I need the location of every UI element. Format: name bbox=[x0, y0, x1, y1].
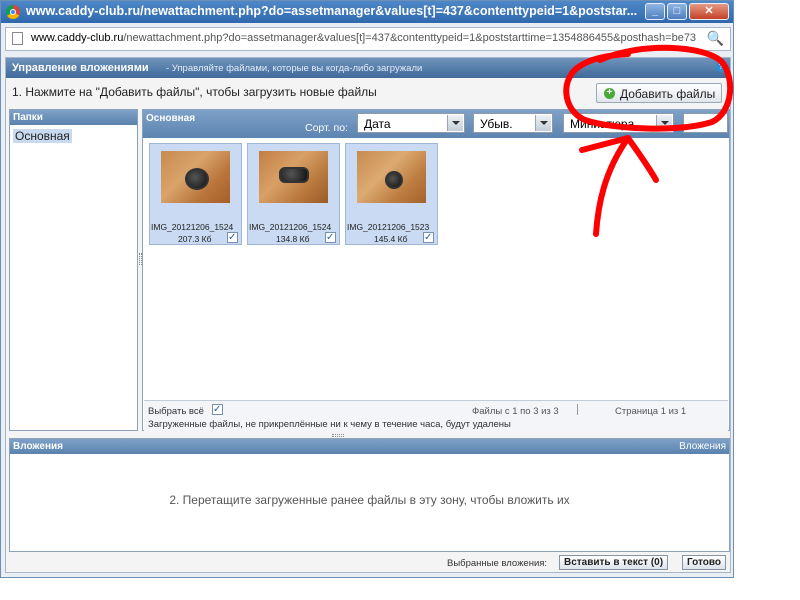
sort-label: Сорт. по: bbox=[305, 122, 348, 134]
manager-title: Управление вложениями bbox=[12, 62, 149, 74]
file-name: IMG_20121206_1524 bbox=[151, 222, 234, 232]
drop-zone-hint: 2. Перетащите загруженные ранее файлы в … bbox=[169, 493, 570, 507]
attachments-header-right: Вложения bbox=[679, 441, 726, 452]
files-footer: Выбрать всё ✓ Файлы с 1 по 3 из 3 Страни… bbox=[144, 400, 728, 431]
manager-subtitle: - Управляйте файлами, которые вы когда-л… bbox=[166, 63, 423, 74]
photo-thumbnail bbox=[357, 151, 426, 203]
file-name: IMG_20121206_1524 bbox=[249, 222, 332, 232]
url-text[interactable]: www.caddy-club.ru/newattachment.php?do=a… bbox=[31, 32, 696, 44]
close-button[interactable]: ✕ bbox=[689, 3, 729, 20]
cleanup-note: Загруженные файлы, не прикреплённые ни к… bbox=[148, 419, 511, 430]
url-path: /newattachment.php?do=assetmanager&value… bbox=[123, 32, 697, 44]
manager-header: Управление вложениями - Управляйте файла… bbox=[6, 58, 730, 78]
asset-manager: Управление вложениями - Управляйте файла… bbox=[5, 57, 731, 573]
photo-object bbox=[185, 168, 209, 190]
file-thumbnail[interactable]: IMG_20121206_1523 145.4 Кб ✓ bbox=[345, 143, 438, 245]
file-thumbnail[interactable]: IMG_20121206_1524 207.3 Кб ✓ bbox=[149, 143, 242, 245]
chevron-down-icon bbox=[535, 115, 551, 131]
files-count: Файлы с 1 по 3 из 3 bbox=[472, 406, 559, 417]
chrome-logo-icon bbox=[6, 5, 20, 19]
file-name: IMG_20121206_1523 bbox=[347, 222, 430, 232]
sort-field-value: Дата bbox=[364, 117, 391, 131]
file-size: 145.4 Кб bbox=[374, 234, 408, 244]
attachments-header: Вложения Вложения bbox=[10, 439, 729, 454]
sort-order-value: Убыв. bbox=[480, 117, 513, 131]
file-checkbox[interactable]: ✓ bbox=[325, 232, 336, 243]
horizontal-splitter[interactable] bbox=[332, 434, 344, 437]
zoom-icon[interactable]: 🔍 bbox=[707, 30, 724, 47]
url-domain: www.caddy-club.ru bbox=[31, 32, 124, 44]
folder-title: Основная bbox=[146, 113, 196, 124]
divider bbox=[577, 404, 578, 415]
photo-thumbnail bbox=[161, 151, 230, 203]
photo-object bbox=[279, 167, 309, 183]
upload-instruction: 1. Нажмите на "Добавить файлы", чтобы за… bbox=[12, 85, 377, 99]
done-button[interactable]: Готово bbox=[682, 555, 727, 570]
folders-header: Папки bbox=[10, 110, 137, 125]
view-mode-value: Миниатюра bbox=[570, 117, 635, 131]
address-bar[interactable]: www.caddy-club.ru/newattachment.php?do=a… bbox=[5, 27, 731, 51]
window-title: www.caddy-club.ru/newattachment.php?do=a… bbox=[26, 4, 638, 18]
select-all-checkbox[interactable]: ✓ bbox=[212, 404, 223, 415]
title-bar[interactable]: www.caddy-club.ru/newattachment.php?do=a… bbox=[1, 1, 733, 23]
sort-order-select[interactable]: Убыв. bbox=[473, 113, 553, 133]
add-files-button[interactable]: + Добавить файлы bbox=[596, 83, 722, 103]
help-icon[interactable]: ? bbox=[716, 62, 726, 72]
attachments-panel[interactable]: Вложения Вложения 2. Перетащите загружен… bbox=[9, 438, 730, 552]
file-size: 207.3 Кб bbox=[178, 234, 212, 244]
file-checkbox[interactable]: ✓ bbox=[227, 232, 238, 243]
selected-attachments-label: Выбранные вложения: bbox=[447, 558, 548, 569]
file-checkbox[interactable]: ✓ bbox=[423, 232, 434, 243]
attachments-header-label: Вложения bbox=[13, 441, 63, 452]
view-mode-select[interactable]: Миниатюра bbox=[563, 113, 674, 133]
select-all-label: Выбрать всё bbox=[148, 406, 204, 417]
page-indicator: Страница 1 из 1 bbox=[615, 406, 687, 417]
insert-inline-button[interactable]: Вставить в текст (0) bbox=[559, 555, 669, 570]
file-size: 134.8 Кб bbox=[276, 234, 310, 244]
chevron-down-icon bbox=[447, 115, 463, 131]
files-panel: Основная Сорт. по: Дата Убыв. Миниатюра bbox=[142, 109, 730, 431]
popup-window: www.caddy-club.ru/newattachment.php?do=a… bbox=[0, 0, 734, 578]
minimize-button[interactable]: _ bbox=[645, 3, 665, 20]
file-thumbnail[interactable]: IMG_20121206_1524 134.8 Кб ✓ bbox=[247, 143, 340, 245]
bottom-bar: Выбранные вложения: Вставить в текст (0)… bbox=[9, 554, 730, 572]
add-files-label: Добавить файлы bbox=[620, 87, 716, 101]
extra-select[interactable] bbox=[683, 113, 728, 133]
files-toolbar: Основная Сорт. по: Дата Убыв. Миниатюра bbox=[143, 110, 729, 138]
page-icon bbox=[12, 32, 23, 45]
folders-panel: Папки Основная bbox=[9, 109, 138, 431]
sort-field-select[interactable]: Дата bbox=[357, 113, 465, 133]
photo-object bbox=[385, 171, 403, 189]
add-icon: + bbox=[604, 88, 615, 99]
folder-item-main[interactable]: Основная bbox=[13, 129, 72, 143]
maximize-button[interactable]: □ bbox=[667, 3, 687, 20]
photo-thumbnail bbox=[259, 151, 328, 203]
folders-header-label: Папки bbox=[13, 112, 43, 123]
chevron-down-icon bbox=[656, 115, 672, 131]
